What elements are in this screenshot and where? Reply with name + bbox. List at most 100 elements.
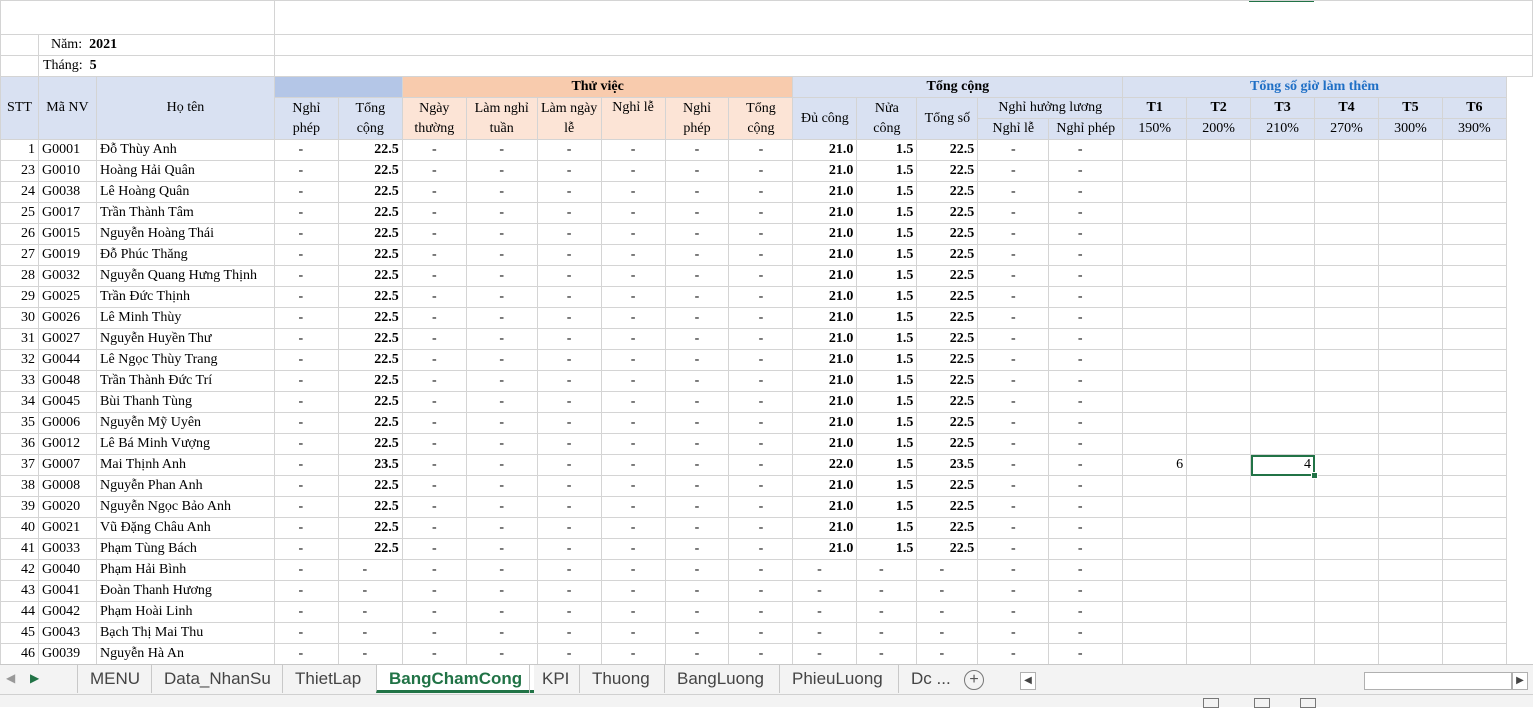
scroll-right-icon[interactable]: ▶ bbox=[1512, 672, 1528, 690]
cell-tong-so[interactable]: 22.5 bbox=[916, 160, 979, 182]
horizontal-scrollbar[interactable] bbox=[1364, 672, 1512, 690]
cell-ot-t3[interactable] bbox=[1250, 223, 1316, 245]
cell-tong-cong[interactable]: 22.5 bbox=[337, 328, 403, 350]
cell-tv-nghi-phep[interactable]: - bbox=[664, 643, 730, 664]
cell-ot-t2[interactable] bbox=[1186, 601, 1252, 623]
cell-tv-lam-nghi-tuan[interactable]: - bbox=[465, 328, 538, 350]
cell-tv-ngay-thuong[interactable]: - bbox=[401, 391, 467, 413]
tab-data-nhansu[interactable]: Data_NhanSu bbox=[151, 665, 283, 693]
cell-ot-t2[interactable] bbox=[1186, 349, 1252, 371]
cell-tv-nghi-le[interactable]: - bbox=[600, 454, 666, 476]
cell-tv-tong-cong[interactable]: - bbox=[728, 223, 794, 245]
cell-nghi-phep[interactable]: - bbox=[273, 244, 339, 266]
cell-ot-t1[interactable] bbox=[1122, 622, 1188, 644]
cell-tong-so[interactable]: 22.5 bbox=[916, 538, 979, 560]
cell-stt[interactable]: 31 bbox=[0, 328, 39, 350]
cell-tv-lam-nghi-tuan[interactable]: - bbox=[465, 160, 538, 182]
cell-nhl-nghi-le[interactable]: - bbox=[977, 580, 1050, 602]
cell-ot-t6[interactable] bbox=[1441, 139, 1507, 161]
cell-ot-t5[interactable] bbox=[1377, 244, 1443, 266]
cell-tong-so[interactable]: - bbox=[916, 622, 979, 644]
cell-ho-ten[interactable]: Nguyễn Huyền Thư bbox=[95, 328, 275, 350]
cell-ot-t6[interactable] bbox=[1441, 559, 1507, 581]
cell-ot-t1[interactable] bbox=[1122, 181, 1188, 203]
cell-nhl-nghi-phep[interactable]: - bbox=[1048, 160, 1124, 182]
cell-nghi-phep[interactable]: - bbox=[273, 622, 339, 644]
cell-tv-ngay-thuong[interactable]: - bbox=[401, 538, 467, 560]
cell-ot-t4[interactable] bbox=[1314, 349, 1379, 371]
cell-tv-nghi-le[interactable]: - bbox=[600, 202, 666, 224]
tab-dc[interactable]: Dc ... bbox=[898, 665, 963, 693]
cell-tv-nghi-le[interactable]: - bbox=[600, 307, 666, 329]
cell-tong-so[interactable]: 22.5 bbox=[916, 181, 979, 203]
cell-stt[interactable]: 28 bbox=[0, 265, 39, 287]
cell-nhl-nghi-le[interactable]: - bbox=[977, 286, 1050, 308]
cell-ot-t6[interactable] bbox=[1441, 307, 1507, 329]
tab-thuong[interactable]: Thuong bbox=[579, 665, 662, 693]
cell-du-cong[interactable]: 21.0 bbox=[792, 370, 858, 392]
cell-tv-lam-ngay-le[interactable]: - bbox=[536, 244, 602, 266]
cell-stt[interactable]: 46 bbox=[0, 643, 39, 664]
cell-tong-cong[interactable]: 22.5 bbox=[337, 391, 403, 413]
cell-tv-lam-ngay-le[interactable]: - bbox=[536, 370, 602, 392]
cell-ho-ten[interactable]: Bạch Thị Mai Thu bbox=[95, 622, 275, 644]
cell-ot-t1[interactable] bbox=[1122, 643, 1188, 664]
cell-ot-t6[interactable] bbox=[1441, 643, 1507, 664]
cell-ma-nv[interactable]: G0032 bbox=[37, 265, 97, 287]
cell-stt[interactable]: 39 bbox=[0, 496, 39, 518]
cell-ot-t5[interactable] bbox=[1377, 559, 1443, 581]
cell-tong-cong[interactable]: 22.5 bbox=[337, 517, 403, 539]
cell-nhl-nghi-phep[interactable]: - bbox=[1048, 286, 1124, 308]
scroll-left-icon[interactable]: ◀ bbox=[1020, 672, 1036, 690]
cell-tong-cong[interactable]: 22.5 bbox=[337, 307, 403, 329]
cell-tong-so[interactable]: 22.5 bbox=[916, 202, 979, 224]
cell-nghi-phep[interactable]: - bbox=[273, 517, 339, 539]
cell-tv-nghi-phep[interactable]: - bbox=[664, 454, 730, 476]
cell-ot-t6[interactable] bbox=[1441, 286, 1507, 308]
cell-tv-lam-ngay-le[interactable]: - bbox=[536, 223, 602, 245]
cell-tong-cong[interactable]: 22.5 bbox=[337, 433, 403, 455]
cell-ot-t3[interactable] bbox=[1250, 475, 1316, 497]
cell-ot-t3[interactable] bbox=[1250, 517, 1316, 539]
cell-nghi-phep[interactable]: - bbox=[273, 580, 339, 602]
cell-ot-t6[interactable] bbox=[1441, 475, 1507, 497]
cell-tv-nghi-le[interactable]: - bbox=[600, 622, 666, 644]
cell-ot-t1[interactable] bbox=[1122, 265, 1188, 287]
cell-nua-cong[interactable]: - bbox=[856, 601, 918, 623]
cell-nua-cong[interactable]: 1.5 bbox=[856, 370, 918, 392]
cell-tong-cong[interactable]: 22.5 bbox=[337, 286, 403, 308]
cell-ot-t3[interactable] bbox=[1250, 391, 1316, 413]
cell-nua-cong[interactable]: 1.5 bbox=[856, 538, 918, 560]
cell-tv-ngay-thuong[interactable]: - bbox=[401, 139, 467, 161]
cell-ma-nv[interactable]: G0027 bbox=[37, 328, 97, 350]
spreadsheet-grid[interactable]: Năm: 2021 Tháng: 5 STT Mã NV Họ tên Thử … bbox=[0, 0, 1533, 664]
cell-ot-t6[interactable] bbox=[1441, 181, 1507, 203]
cell-tv-ngay-thuong[interactable]: - bbox=[401, 622, 467, 644]
cell-ho-ten[interactable]: Nguyễn Quang Hưng Thịnh bbox=[95, 265, 275, 287]
cell-tong-so[interactable]: 22.5 bbox=[916, 391, 979, 413]
cell-nhl-nghi-le[interactable]: - bbox=[977, 622, 1050, 644]
cell-ma-nv[interactable]: G0001 bbox=[37, 139, 97, 161]
cell-nhl-nghi-le[interactable]: - bbox=[977, 160, 1050, 182]
cell-ho-ten[interactable]: Lê Ngọc Thùy Trang bbox=[95, 349, 275, 371]
cell-ho-ten[interactable]: Bùi Thanh Tùng bbox=[95, 391, 275, 413]
cell-nghi-phep[interactable]: - bbox=[273, 433, 339, 455]
cell-tv-lam-nghi-tuan[interactable]: - bbox=[465, 538, 538, 560]
cell-ho-ten[interactable]: Trần Đức Thịnh bbox=[95, 286, 275, 308]
cell-tv-lam-ngay-le[interactable]: - bbox=[536, 412, 602, 434]
cell-tv-nghi-le[interactable]: - bbox=[600, 370, 666, 392]
cell-ho-ten[interactable]: Phạm Hoài Linh bbox=[95, 601, 275, 623]
cell-tv-nghi-phep[interactable]: - bbox=[664, 307, 730, 329]
cell-tv-lam-nghi-tuan[interactable]: - bbox=[465, 265, 538, 287]
cell-nghi-phep[interactable]: - bbox=[273, 181, 339, 203]
cell-ot-t2[interactable] bbox=[1186, 391, 1252, 413]
cell-stt[interactable]: 29 bbox=[0, 286, 39, 308]
cell-tong-cong[interactable]: 23.5 bbox=[337, 454, 403, 476]
cell-du-cong[interactable]: 21.0 bbox=[792, 517, 858, 539]
cell-ot-t1[interactable] bbox=[1122, 475, 1188, 497]
cell-ot-t3[interactable] bbox=[1250, 286, 1316, 308]
cell-ot-t4[interactable] bbox=[1314, 328, 1379, 350]
cell-stt[interactable]: 42 bbox=[0, 559, 39, 581]
cell-tv-nghi-phep[interactable]: - bbox=[664, 475, 730, 497]
tab-kpi[interactable]: KPI bbox=[529, 665, 581, 693]
